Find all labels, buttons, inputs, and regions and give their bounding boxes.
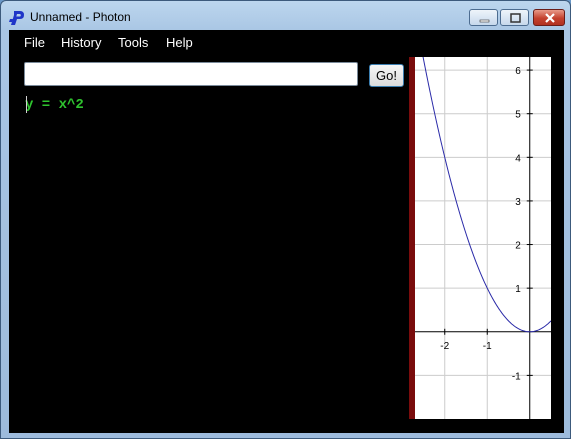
- menu-file[interactable]: File: [24, 35, 45, 50]
- y-tick-label: 4: [515, 153, 521, 164]
- title-bar[interactable]: Unnamed - Photon: [1, 1, 570, 31]
- y-tick-label: -1: [512, 371, 521, 382]
- plot-background: [415, 57, 551, 419]
- client-area: File History Tools Help Go! y = x^2 -2 -1…: [9, 30, 564, 433]
- y-tick-label: 1: [515, 284, 521, 295]
- minimize-button[interactable]: [469, 9, 498, 26]
- graph-plot[interactable]: -2 -1 6 5 4 3 2 1 -1: [415, 57, 551, 419]
- y-tick-label: 5: [515, 110, 521, 121]
- graph-panel[interactable]: -2 -1 6 5 4 3 2 1 -1: [409, 57, 551, 419]
- menu-bar: File History Tools Help: [9, 30, 564, 54]
- text-cursor: [26, 96, 27, 113]
- photon-p-icon: [9, 10, 25, 26]
- maximize-button[interactable]: [500, 9, 529, 26]
- y-tick-label: 2: [515, 241, 521, 252]
- x-tick-label: -1: [483, 341, 492, 352]
- y-tick-label: 6: [515, 66, 521, 77]
- expression-input[interactable]: [24, 62, 358, 86]
- close-icon: [545, 13, 555, 23]
- app-window: Unnamed - Photon File History Tools Help…: [0, 0, 571, 439]
- expression-history-line: y = x^2: [25, 97, 84, 113]
- maximize-icon: [510, 13, 521, 23]
- y-tick-label: 3: [515, 197, 521, 208]
- close-button[interactable]: [533, 9, 565, 26]
- menu-history[interactable]: History: [61, 35, 101, 50]
- window-title: Unnamed - Photon: [30, 10, 131, 24]
- go-button[interactable]: Go!: [369, 64, 404, 87]
- x-tick-label: -2: [440, 341, 449, 352]
- menu-help[interactable]: Help: [166, 35, 193, 50]
- minimize-icon: [479, 19, 490, 23]
- menu-tools[interactable]: Tools: [118, 35, 148, 50]
